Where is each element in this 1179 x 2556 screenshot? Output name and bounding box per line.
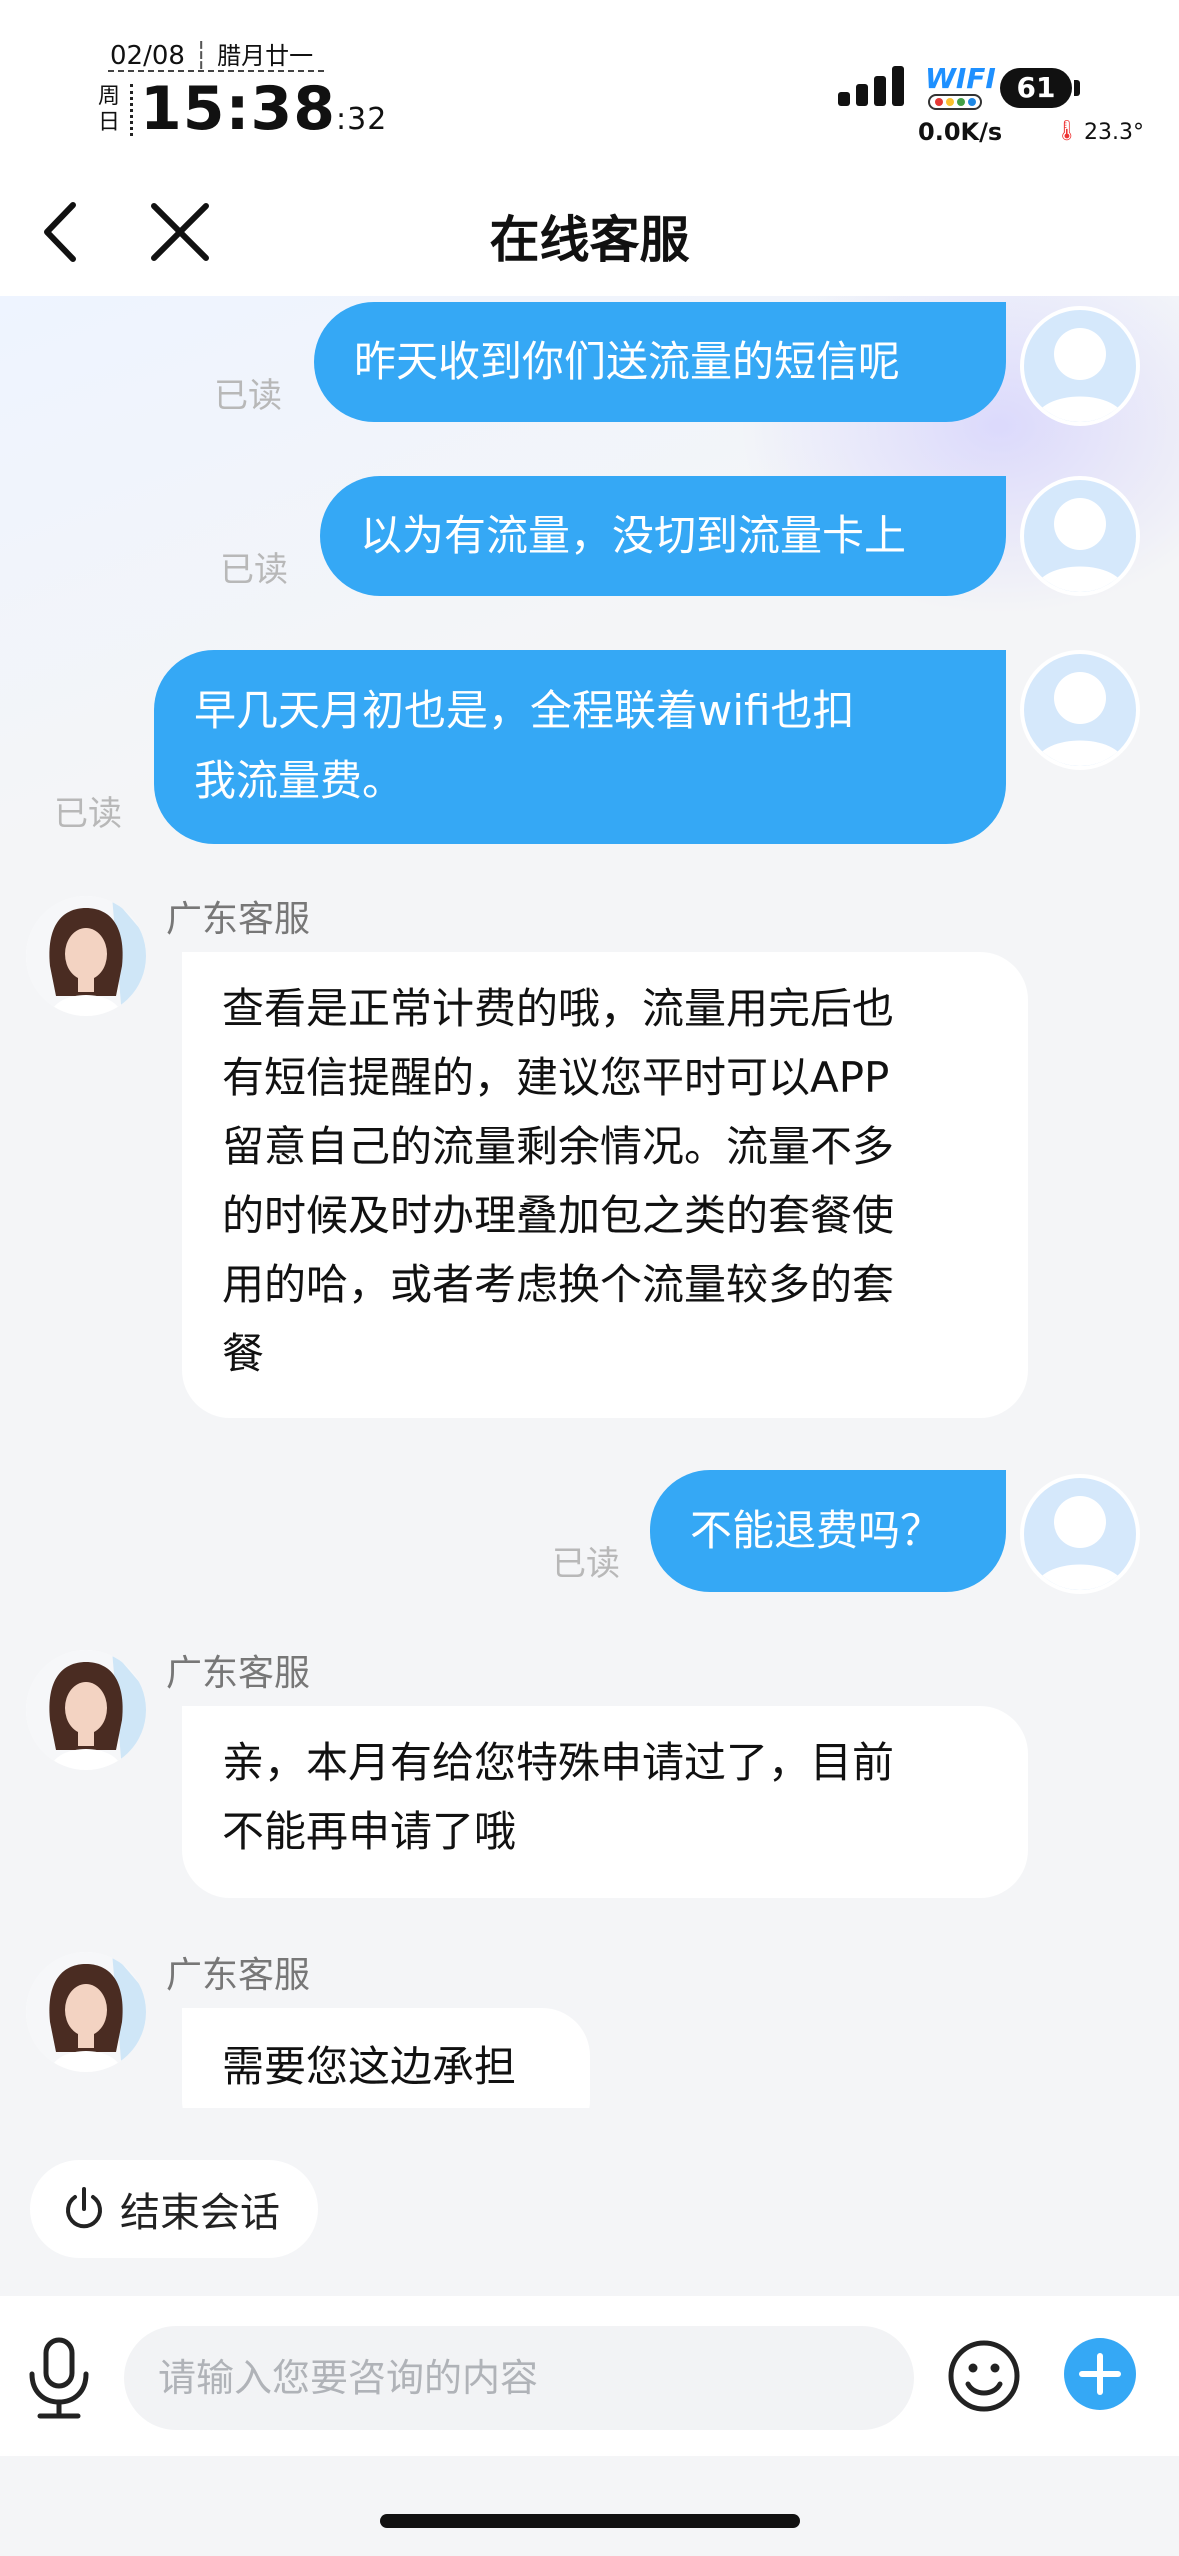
agent-avatar[interactable] bbox=[26, 1650, 146, 1770]
chat-area[interactable]: 已读 昨天收到你们送流量的短信呢 已读 以为有流量，没切到流量卡上 已读 早几天… bbox=[0, 296, 1179, 2108]
date-text: 02/08 bbox=[110, 41, 185, 71]
page-title: 在线客服 bbox=[489, 211, 690, 269]
chat-header: 在线客服 bbox=[0, 170, 1179, 296]
emoji-button[interactable] bbox=[946, 2338, 1022, 2414]
net-speed: 0.0K/s bbox=[918, 118, 1003, 146]
status-date: 02/08 ┆ 腊月廿一 bbox=[110, 41, 314, 71]
input-bar: 请输入您要咨询的内容 bbox=[0, 2296, 1179, 2456]
plus-icon bbox=[1079, 2353, 1121, 2395]
user-message-bubble[interactable]: 昨天收到你们送流量的短信呢 bbox=[314, 302, 1006, 422]
message-text: 昨天收到你们送流量的短信呢 bbox=[354, 337, 901, 386]
user-message-bubble[interactable]: 不能退费吗？ bbox=[650, 1470, 1006, 1592]
agent-message-bubble[interactable]: 亲，本月有给您特殊申请过了，目前 不能再申请了哦 bbox=[182, 1706, 1028, 1898]
weekday: 周日 bbox=[97, 84, 120, 135]
plus-button[interactable] bbox=[1064, 2338, 1136, 2410]
agent-portrait-icon bbox=[26, 1952, 146, 2072]
user-silhouette-icon bbox=[1034, 498, 1126, 592]
message-text: 不能退费吗？ bbox=[690, 1506, 943, 1555]
message-line: 留意自己的流量剩余情况。流量不多 bbox=[222, 1122, 895, 1171]
power-icon bbox=[66, 2187, 102, 2229]
read-status: 已读 bbox=[552, 1544, 620, 1584]
agent-name: 广东客服 bbox=[166, 1653, 311, 1694]
message-line: 我流量费。 bbox=[194, 756, 405, 805]
lunar-date: 腊月廿一 bbox=[217, 42, 314, 70]
end-session-label: 结束会话 bbox=[120, 2190, 280, 2236]
message-line: 的时候及时办理叠加包之类的套餐使 bbox=[222, 1191, 895, 1240]
read-status: 已读 bbox=[214, 376, 282, 416]
message-line: 早几天月初也是，全程联着wifi也扣 bbox=[194, 686, 855, 735]
agent-name: 广东客服 bbox=[166, 1955, 311, 1996]
message-line: 不能再申请了哦 bbox=[222, 1807, 517, 1856]
wifi-label: WIFI bbox=[925, 62, 996, 95]
user-message-bubble[interactable]: 以为有流量，没切到流量卡上 bbox=[320, 476, 1006, 596]
agent-avatar[interactable] bbox=[26, 1952, 146, 2072]
user-avatar[interactable] bbox=[1020, 1474, 1140, 1594]
message-line: 查看是正常计费的哦，流量用完后也 bbox=[222, 984, 895, 1033]
user-silhouette-icon bbox=[1034, 328, 1126, 422]
agent-name: 广东客服 bbox=[166, 899, 311, 940]
clock-seconds: :32 bbox=[336, 102, 388, 137]
message-input[interactable]: 请输入您要咨询的内容 bbox=[124, 2326, 914, 2430]
home-indicator[interactable] bbox=[380, 2514, 800, 2528]
clock: 15:38:32 bbox=[140, 74, 387, 144]
user-avatar[interactable] bbox=[1020, 650, 1140, 770]
status-bar: 02/08 ┆ 腊月廿一 周日 15:38:32 WIFI 61 0.0K/s … bbox=[0, 0, 1179, 170]
signal-icon bbox=[838, 62, 904, 106]
thermometer-icon: 🌡 bbox=[1054, 118, 1080, 142]
microphone-icon bbox=[29, 2337, 89, 2419]
message-line: 有短信提醒的，建议您平时可以APP bbox=[222, 1053, 890, 1102]
battery-icon: 61 bbox=[1000, 68, 1072, 108]
voice-button[interactable] bbox=[24, 2336, 94, 2420]
message-line: 亲，本月有给您特殊申请过了，目前 bbox=[222, 1738, 895, 1787]
date-divider bbox=[108, 70, 324, 72]
read-status: 已读 bbox=[54, 794, 122, 834]
message-text: 以为有流量，没切到流量卡上 bbox=[360, 511, 907, 560]
clock-time: 15:38 bbox=[140, 74, 336, 144]
agent-portrait-icon bbox=[26, 896, 146, 1016]
user-avatar[interactable] bbox=[1020, 476, 1140, 596]
bottom-safe-area bbox=[0, 2456, 1179, 2556]
user-message-bubble[interactable]: 早几天月初也是，全程联着wifi也扣 我流量费。 bbox=[154, 650, 1006, 844]
end-session-button[interactable]: 结束会话 bbox=[30, 2160, 318, 2258]
battery-tip bbox=[1074, 80, 1080, 96]
user-silhouette-icon bbox=[1034, 1496, 1126, 1590]
agent-message-bubble[interactable]: 查看是正常计费的哦，流量用完后也 有短信提醒的，建议您平时可以APP 留意自己的… bbox=[182, 952, 1028, 1418]
agent-portrait-icon bbox=[26, 1650, 146, 1770]
emoji-icon bbox=[948, 2340, 1020, 2412]
message-text: 需要您这边承担 bbox=[222, 2042, 517, 2091]
user-silhouette-icon bbox=[1034, 672, 1126, 766]
read-status: 已读 bbox=[220, 550, 288, 590]
user-avatar[interactable] bbox=[1020, 306, 1140, 426]
message-line: 餐 bbox=[222, 1329, 265, 1378]
temperature: 23.3° bbox=[1084, 120, 1144, 145]
agent-message-bubble[interactable]: 需要您这边承担 bbox=[182, 2008, 590, 2108]
time-divider bbox=[130, 84, 133, 136]
agent-avatar[interactable] bbox=[26, 896, 146, 1016]
message-line: 用的哈，或者考虑换个流量较多的套 bbox=[222, 1260, 895, 1309]
wifi-icon bbox=[928, 94, 982, 110]
